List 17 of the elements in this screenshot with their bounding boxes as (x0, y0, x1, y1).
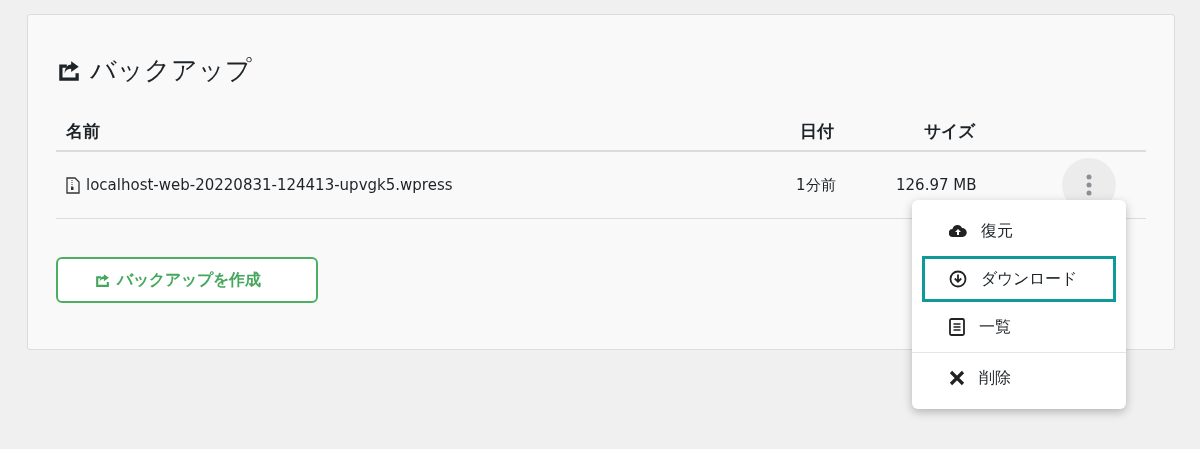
file-name: localhost-web-20220831-124413-upvgk5.wpress (86, 176, 453, 194)
menu-item[interactable]: 一覧 (922, 304, 1116, 350)
menu-item[interactable]: 復元 (922, 208, 1116, 254)
card-title: バックアップ (90, 54, 252, 87)
date-cell: 1分前 (796, 175, 836, 194)
cloud-upload-icon (949, 224, 967, 238)
download-icon (949, 270, 967, 288)
file-icon (66, 176, 80, 194)
more-icon (1086, 174, 1092, 196)
size-cell: 126.97 MB (896, 176, 977, 194)
menu-item[interactable]: 削除 (922, 355, 1116, 401)
close-icon (949, 370, 965, 386)
column-header: サイズ (924, 120, 975, 141)
column-header: 日付 (800, 120, 834, 141)
menu-item[interactable]: ダウンロード (922, 256, 1116, 302)
document-icon (949, 318, 965, 336)
column-header: 名前 (66, 120, 100, 141)
